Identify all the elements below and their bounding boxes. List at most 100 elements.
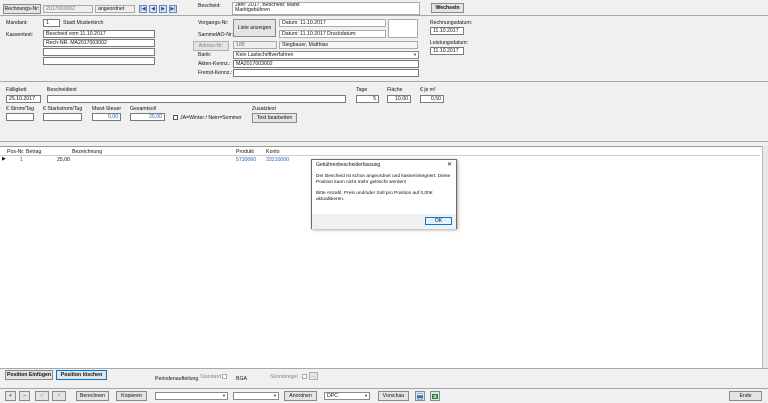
mwst-steuer-field[interactable]: 0,00	[92, 113, 121, 121]
position-einfuegen-button[interactable]: Position Einfügen	[5, 370, 53, 380]
bank-select-value: Kein Lastschriftverfahren	[236, 52, 294, 58]
chevron-down-icon: ▼	[273, 393, 277, 398]
vorgang-datum-field: Datum: 11.10.2017	[279, 19, 386, 27]
rechnungsdatum-field[interactable]: 11.10.2017	[430, 27, 464, 35]
je-m2-field[interactable]: 0,50	[420, 95, 444, 103]
winter-sommer-label: JA=Winter / Nein=Sommer	[180, 115, 242, 121]
grid-footer-divider	[0, 368, 768, 369]
ende-button[interactable]: Ende	[729, 391, 762, 401]
gesamtsoll-field[interactable]: 25,00	[130, 113, 165, 121]
flaeche-label: Fläche	[387, 87, 403, 93]
liste-anzeigen-button[interactable]: Liste anzeigen	[233, 19, 276, 37]
leistungsdatum-field[interactable]: 11.10.2017	[430, 47, 464, 55]
header-divider	[0, 15, 768, 16]
bescheidtext-label: Bescheidtext	[47, 87, 77, 93]
first-record-icon[interactable]: |◀	[139, 5, 147, 13]
periodenaufteilung-label: Periodenaufteilung	[155, 376, 199, 382]
next-record-icon[interactable]: ▶	[159, 5, 167, 13]
bank-label: Bank:	[198, 52, 212, 58]
kopieren-button[interactable]: Kopieren	[116, 391, 147, 401]
winter-sommer-checkbox[interactable]	[173, 115, 178, 120]
row-1-produkt[interactable]: 5730060	[236, 157, 256, 163]
close-icon[interactable]: ✕	[447, 161, 452, 168]
rechnungsdatum-label: Rechnungsdatum:	[430, 20, 473, 26]
bescheidtext-field[interactable]	[47, 95, 346, 103]
grid-scrollbar[interactable]	[762, 146, 768, 368]
wechseln-button[interactable]: Wechseln	[431, 3, 464, 13]
kassentext-line-4[interactable]	[43, 57, 155, 65]
standard-label: Standard	[200, 374, 222, 380]
strom-tag-label: € Strom/Tag	[6, 106, 34, 112]
bottom-select-2[interactable]: ▼	[233, 392, 279, 400]
mandant-nr-field[interactable]: 1	[43, 19, 60, 27]
rechnungs-nr-field[interactable]: 2017003002	[43, 5, 93, 13]
vorschau-button[interactable]: Vorschau	[378, 391, 409, 401]
row-1-pos[interactable]: 1	[20, 157, 23, 163]
remove-icon[interactable]: −	[19, 391, 30, 401]
kassentext-line-2[interactable]: Rech-NR. MA2017003002	[43, 39, 155, 47]
row-1-konto[interactable]: 33210000	[266, 157, 289, 163]
faelligkeit-field[interactable]: 25.10.2017	[6, 95, 41, 103]
starkstrom-tag-label: € Starkstrom/Tag	[43, 106, 83, 112]
adress-nr-button[interactable]: Adress-Nr:	[193, 41, 229, 51]
grid-header-line	[0, 155, 760, 156]
leistungsdatum-label: Leistungsdatum:	[430, 40, 469, 46]
cancel-icon[interactable]: ×	[52, 391, 66, 401]
druckdatum-field	[388, 19, 418, 38]
starkstrom-tag-field[interactable]	[43, 113, 82, 121]
check-icon[interactable]: ✓	[35, 391, 49, 401]
chevron-down-icon: ▼	[413, 52, 417, 57]
mwst-steuer-label: Mwst-Steuer	[92, 106, 122, 112]
position-loeschen-button[interactable]: Position löschen	[56, 370, 107, 380]
flaeche-field[interactable]: 10,00	[387, 95, 411, 103]
bottom-divider	[0, 388, 768, 389]
tage-field[interactable]: 5	[356, 95, 379, 103]
prev-record-icon[interactable]: ◀	[149, 5, 157, 13]
last-record-icon[interactable]: ▶|	[169, 5, 177, 13]
fremd-kennz-label: Fremd-Kennz.:	[198, 70, 233, 76]
tage-label: Tage	[356, 87, 368, 93]
section-divider-1	[0, 81, 768, 82]
kassentext-line-1[interactable]: Bescheid vom 11.10.2017	[43, 30, 155, 38]
standard-checkbox[interactable]	[222, 374, 227, 379]
dpc-select-value: DPC	[327, 393, 338, 399]
chevron-down-icon: ▼	[222, 393, 226, 398]
sammelao-nr-label: SammelAO-Nr:	[198, 32, 234, 38]
print-icon[interactable]	[415, 391, 425, 401]
chevron-down-icon: ▼	[364, 393, 368, 398]
vorgangs-nr-label: Vorgangs-Nr:	[198, 20, 229, 26]
dialog-message: Der Bescheid ist schon angeordnet und ka…	[316, 174, 452, 203]
section-divider-2	[0, 141, 768, 142]
message-dialog: Gebührenbescheiderfassung ✕ Der Bescheid…	[311, 159, 457, 229]
anordnen-button[interactable]: Anordnen	[284, 391, 317, 401]
skontoregel-checkbox[interactable]	[302, 374, 307, 379]
je-m2-label: € je m²	[420, 87, 436, 93]
rechnungs-nr-label-button[interactable]: Rechnungs-Nr:	[3, 4, 41, 14]
dialog-title: Gebührenbescheiderfassung	[316, 162, 381, 168]
bga-label: BGA	[236, 376, 247, 382]
skontoregel-button[interactable]: …	[309, 372, 318, 380]
bottom-select-1[interactable]: ▼	[155, 392, 228, 400]
bank-select[interactable]: Kein Lastschriftverfahren ▼	[233, 51, 419, 59]
ok-button[interactable]: OK	[425, 217, 452, 225]
dpc-select[interactable]: DPC ▼	[324, 392, 370, 400]
adress-nr-field[interactable]: 188	[233, 41, 277, 49]
export-icon[interactable]	[430, 391, 440, 401]
add-icon[interactable]: +	[5, 391, 16, 401]
dialog-message-line-4: aktualisieren.	[316, 197, 345, 202]
mandant-label: Mandant:	[6, 20, 28, 26]
kassentext-line-3[interactable]	[43, 48, 155, 56]
row-1-betrag[interactable]: 25,00	[57, 157, 70, 163]
text-bearbeiten-button[interactable]: Text bearbeiten	[252, 113, 297, 123]
adress-name-field: Stegbauer, Matthias	[279, 41, 418, 49]
berechnen-button[interactable]: Berechnen	[76, 391, 109, 401]
fremd-kennz-field[interactable]	[233, 69, 419, 77]
strom-tag-field[interactable]	[6, 113, 34, 121]
akten-kennz-field[interactable]: MA2017003002	[233, 60, 419, 68]
sammel-datum-field: Datum: 11.10.2017 Druckdatum:	[279, 30, 386, 38]
zusatztext-label: Zusatztext	[252, 106, 276, 112]
bescheid-text-line-2: Marktgebühren	[235, 7, 270, 13]
bescheid-text-field: Jahr: 2017, Bescheid: Markt Marktgebühre…	[232, 2, 420, 15]
bescheid-label: Bescheid:	[198, 3, 221, 9]
status-field: angeordnet	[95, 5, 135, 13]
